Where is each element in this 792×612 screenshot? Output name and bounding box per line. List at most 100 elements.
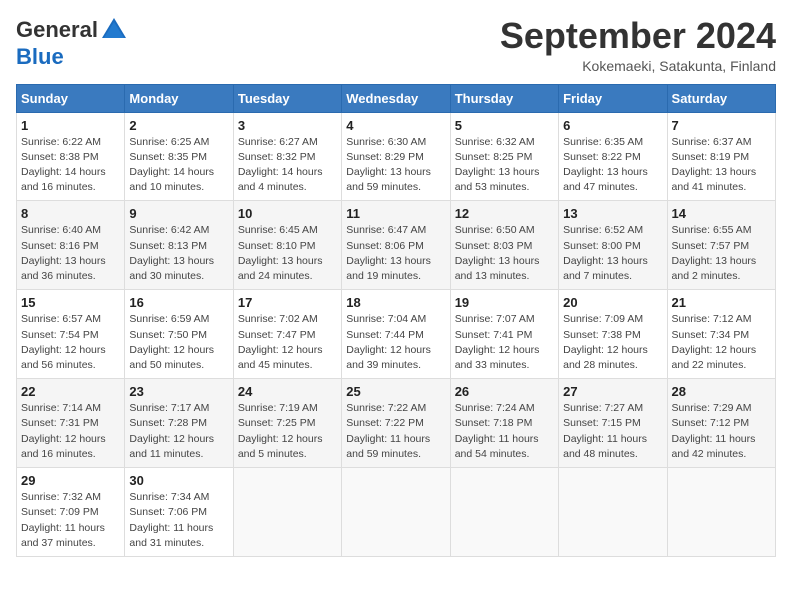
calendar-cell: 24 Sunrise: 7:19 AM Sunset: 7:25 PM Dayli… xyxy=(233,379,341,468)
day-info: Sunrise: 7:19 AM Sunset: 7:25 PM Dayligh… xyxy=(238,401,337,462)
day-info: Sunrise: 6:40 AM Sunset: 8:16 PM Dayligh… xyxy=(21,223,120,284)
day-number: 5 xyxy=(455,118,554,133)
day-info: Sunrise: 7:32 AM Sunset: 7:09 PM Dayligh… xyxy=(21,490,120,551)
day-number: 12 xyxy=(455,206,554,221)
day-info: Sunrise: 6:37 AM Sunset: 8:19 PM Dayligh… xyxy=(672,135,771,196)
calendar-cell: 30 Sunrise: 7:34 AM Sunset: 7:06 PM Dayli… xyxy=(125,468,233,557)
day-info: Sunrise: 7:09 AM Sunset: 7:38 PM Dayligh… xyxy=(563,312,662,373)
day-info: Sunrise: 6:32 AM Sunset: 8:25 PM Dayligh… xyxy=(455,135,554,196)
day-info: Sunrise: 6:35 AM Sunset: 8:22 PM Dayligh… xyxy=(563,135,662,196)
day-number: 23 xyxy=(129,384,228,399)
header-sunday: Sunday xyxy=(17,84,125,112)
calendar-cell: 10Sunrise: 6:45 AM Sunset: 8:10 PM Dayli… xyxy=(233,201,341,290)
month-title: September 2024 xyxy=(500,16,776,56)
header-tuesday: Tuesday xyxy=(233,84,341,112)
calendar-cell: 2 Sunrise: 6:25 AM Sunset: 8:35 PM Daylig… xyxy=(125,112,233,201)
calendar-cell: 23Sunrise: 7:17 AM Sunset: 7:28 PM Dayli… xyxy=(125,379,233,468)
calendar-cell: 27 Sunrise: 7:27 AM Sunset: 7:15 PM Dayli… xyxy=(559,379,667,468)
location-subtitle: Kokemaeki, Satakunta, Finland xyxy=(500,58,776,74)
day-number: 16 xyxy=(129,295,228,310)
header-saturday: Saturday xyxy=(667,84,775,112)
day-info: Sunrise: 7:22 AM Sunset: 7:22 PM Dayligh… xyxy=(346,401,445,462)
week-row-1: 1 Sunrise: 6:22 AM Sunset: 8:38 PM Daylig… xyxy=(17,112,776,201)
calendar-cell: 3 Sunrise: 6:27 AM Sunset: 8:32 PM Daylig… xyxy=(233,112,341,201)
title-block: September 2024 Kokemaeki, Satakunta, Fin… xyxy=(500,16,776,74)
calendar-cell: 1 Sunrise: 6:22 AM Sunset: 8:38 PM Daylig… xyxy=(17,112,125,201)
calendar-cell: 8 Sunrise: 6:40 AM Sunset: 8:16 PM Daylig… xyxy=(17,201,125,290)
day-number: 13 xyxy=(563,206,662,221)
day-number: 14 xyxy=(672,206,771,221)
logo-icon xyxy=(100,16,128,44)
week-row-3: 15Sunrise: 6:57 AM Sunset: 7:54 PM Dayli… xyxy=(17,290,776,379)
day-info: Sunrise: 6:25 AM Sunset: 8:35 PM Dayligh… xyxy=(129,135,228,196)
day-number: 2 xyxy=(129,118,228,133)
day-info: Sunrise: 7:27 AM Sunset: 7:15 PM Dayligh… xyxy=(563,401,662,462)
day-info: Sunrise: 7:07 AM Sunset: 7:41 PM Dayligh… xyxy=(455,312,554,373)
day-number: 30 xyxy=(129,473,228,488)
day-number: 27 xyxy=(563,384,662,399)
calendar-cell: 21 Sunrise: 7:12 AM Sunset: 7:34 PM Dayli… xyxy=(667,290,775,379)
day-number: 19 xyxy=(455,295,554,310)
day-number: 18 xyxy=(346,295,445,310)
day-info: Sunrise: 6:47 AM Sunset: 8:06 PM Dayligh… xyxy=(346,223,445,284)
calendar-table: SundayMondayTuesdayWednesdayThursdayFrid… xyxy=(16,84,776,557)
day-info: Sunrise: 6:30 AM Sunset: 8:29 PM Dayligh… xyxy=(346,135,445,196)
logo-general-text: General xyxy=(16,17,98,43)
day-info: Sunrise: 6:27 AM Sunset: 8:32 PM Dayligh… xyxy=(238,135,337,196)
day-number: 3 xyxy=(238,118,337,133)
day-number: 24 xyxy=(238,384,337,399)
day-number: 4 xyxy=(346,118,445,133)
day-info: Sunrise: 7:34 AM Sunset: 7:06 PM Dayligh… xyxy=(129,490,228,551)
day-number: 28 xyxy=(672,384,771,399)
day-number: 21 xyxy=(672,295,771,310)
header-monday: Monday xyxy=(125,84,233,112)
day-number: 8 xyxy=(21,206,120,221)
day-number: 29 xyxy=(21,473,120,488)
calendar-cell: 11 Sunrise: 6:47 AM Sunset: 8:06 PM Dayli… xyxy=(342,201,450,290)
day-number: 26 xyxy=(455,384,554,399)
calendar-cell: 5 Sunrise: 6:32 AM Sunset: 8:25 PM Daylig… xyxy=(450,112,558,201)
calendar-cell: 20Sunrise: 7:09 AM Sunset: 7:38 PM Dayli… xyxy=(559,290,667,379)
day-number: 17 xyxy=(238,295,337,310)
header-wednesday: Wednesday xyxy=(342,84,450,112)
calendar-cell: 15Sunrise: 6:57 AM Sunset: 7:54 PM Dayli… xyxy=(17,290,125,379)
week-row-2: 8 Sunrise: 6:40 AM Sunset: 8:16 PM Daylig… xyxy=(17,201,776,290)
calendar-cell: 17 Sunrise: 7:02 AM Sunset: 7:47 PM Dayli… xyxy=(233,290,341,379)
header-friday: Friday xyxy=(559,84,667,112)
calendar-cell: 4 Sunrise: 6:30 AM Sunset: 8:29 PM Daylig… xyxy=(342,112,450,201)
day-info: Sunrise: 7:24 AM Sunset: 7:18 PM Dayligh… xyxy=(455,401,554,462)
day-info: Sunrise: 6:55 AM Sunset: 7:57 PM Dayligh… xyxy=(672,223,771,284)
day-info: Sunrise: 7:04 AM Sunset: 7:44 PM Dayligh… xyxy=(346,312,445,373)
calendar-header-row: SundayMondayTuesdayWednesdayThursdayFrid… xyxy=(17,84,776,112)
calendar-cell: 6Sunrise: 6:35 AM Sunset: 8:22 PM Daylig… xyxy=(559,112,667,201)
day-number: 10 xyxy=(238,206,337,221)
calendar-cell: 22Sunrise: 7:14 AM Sunset: 7:31 PM Dayli… xyxy=(17,379,125,468)
calendar-cell: 28 Sunrise: 7:29 AM Sunset: 7:12 PM Dayli… xyxy=(667,379,775,468)
week-row-5: 29 Sunrise: 7:32 AM Sunset: 7:09 PM Dayli… xyxy=(17,468,776,557)
day-info: Sunrise: 7:12 AM Sunset: 7:34 PM Dayligh… xyxy=(672,312,771,373)
page-header: General Blue September 2024 Kokemaeki, S… xyxy=(16,16,776,74)
day-number: 7 xyxy=(672,118,771,133)
day-number: 9 xyxy=(129,206,228,221)
day-number: 11 xyxy=(346,206,445,221)
calendar-cell: 14 Sunrise: 6:55 AM Sunset: 7:57 PM Dayli… xyxy=(667,201,775,290)
calendar-cell: 9Sunrise: 6:42 AM Sunset: 8:13 PM Daylig… xyxy=(125,201,233,290)
day-info: Sunrise: 6:57 AM Sunset: 7:54 PM Dayligh… xyxy=(21,312,120,373)
day-info: Sunrise: 7:02 AM Sunset: 7:47 PM Dayligh… xyxy=(238,312,337,373)
week-row-4: 22Sunrise: 7:14 AM Sunset: 7:31 PM Dayli… xyxy=(17,379,776,468)
day-info: Sunrise: 6:22 AM Sunset: 8:38 PM Dayligh… xyxy=(21,135,120,196)
day-info: Sunrise: 6:52 AM Sunset: 8:00 PM Dayligh… xyxy=(563,223,662,284)
calendar-cell xyxy=(233,468,341,557)
calendar-cell: 7 Sunrise: 6:37 AM Sunset: 8:19 PM Daylig… xyxy=(667,112,775,201)
day-info: Sunrise: 6:59 AM Sunset: 7:50 PM Dayligh… xyxy=(129,312,228,373)
calendar-cell: 26 Sunrise: 7:24 AM Sunset: 7:18 PM Dayli… xyxy=(450,379,558,468)
logo-blue-text: Blue xyxy=(16,44,64,70)
calendar-cell: 19 Sunrise: 7:07 AM Sunset: 7:41 PM Dayli… xyxy=(450,290,558,379)
day-info: Sunrise: 6:50 AM Sunset: 8:03 PM Dayligh… xyxy=(455,223,554,284)
day-info: Sunrise: 7:29 AM Sunset: 7:12 PM Dayligh… xyxy=(672,401,771,462)
calendar-cell: 12 Sunrise: 6:50 AM Sunset: 8:03 PM Dayli… xyxy=(450,201,558,290)
calendar-cell xyxy=(450,468,558,557)
day-number: 22 xyxy=(21,384,120,399)
calendar-cell xyxy=(667,468,775,557)
day-number: 1 xyxy=(21,118,120,133)
